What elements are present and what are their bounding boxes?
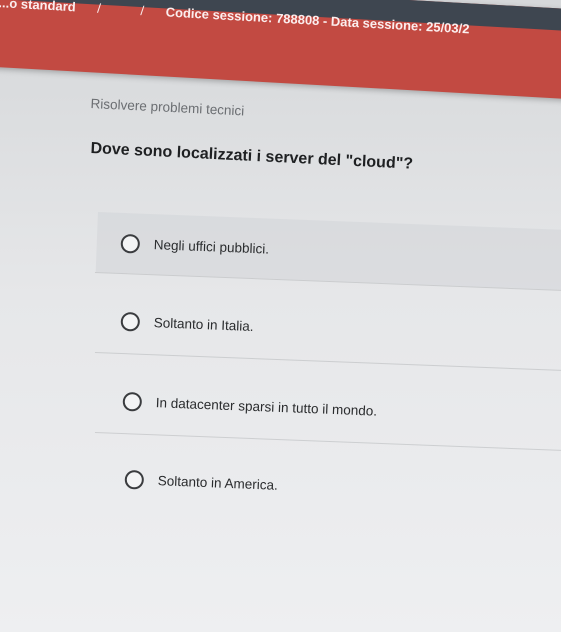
radio-button-icon[interactable]: [124, 469, 145, 490]
radio-button-icon[interactable]: [120, 311, 141, 332]
answer-label: Soltanto in America.: [157, 472, 279, 493]
answer-label: Negli uffici pubblici.: [153, 236, 270, 257]
answer-label: In datacenter sparsi in tutto il mondo.: [155, 394, 378, 419]
answer-label: Soltanto in Italia.: [153, 314, 254, 334]
radio-button-icon[interactable]: [120, 233, 141, 254]
radio-button-icon[interactable]: [122, 391, 143, 412]
breadcrumb-start[interactable]: ...o standard: [0, 0, 76, 14]
breadcrumb-separator-2: /: [140, 3, 145, 19]
breadcrumb-separator: /: [96, 0, 102, 16]
